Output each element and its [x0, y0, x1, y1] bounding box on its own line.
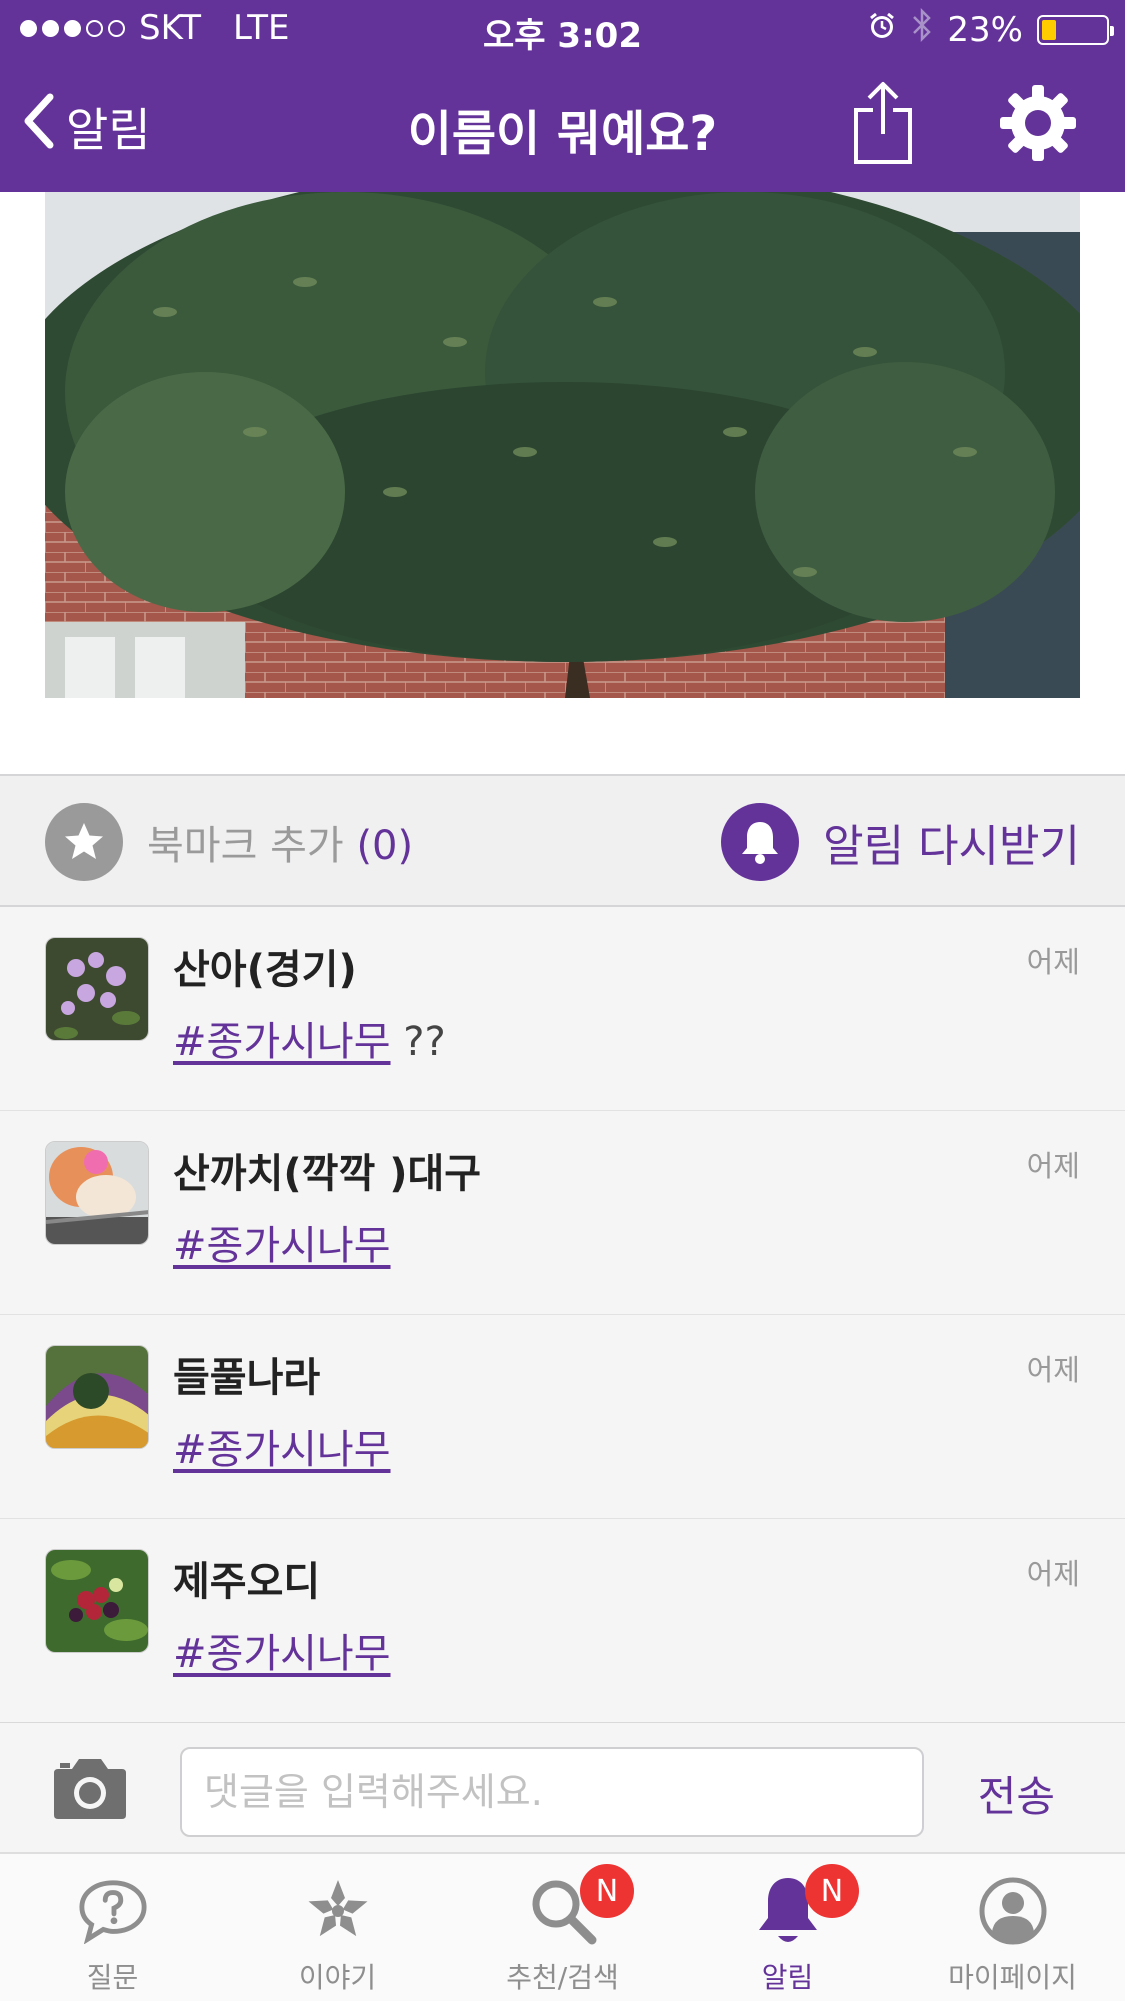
tab-mypage[interactable]: 마이페이지 — [900, 1854, 1125, 2001]
alarm-icon — [867, 10, 897, 50]
new-badge: N — [580, 1864, 634, 1918]
comment-text: ?? — [390, 1019, 446, 1065]
comment-body: #종가시나무 ?? — [173, 1009, 446, 1067]
comment-time: 어제 — [1026, 945, 1080, 979]
post-photo[interactable] — [45, 192, 1080, 698]
question-bubble-icon — [78, 1876, 148, 1946]
tab-label: 추천/검색 — [506, 1961, 619, 1994]
battery-percent: 23% — [947, 9, 1023, 50]
comment-body: #종가시나무 — [173, 1621, 391, 1679]
battery-level — [1042, 19, 1057, 40]
comment-body: #종가시나무 — [173, 1213, 391, 1271]
bell-icon — [721, 803, 800, 881]
camera-icon — [52, 1759, 128, 1825]
status-bar: SKT LTE 오후 3:02 23% — [0, 0, 1125, 58]
avatar[interactable] — [45, 1549, 149, 1653]
comment-author[interactable]: 들풀나라 — [173, 1345, 320, 1403]
hashtag-link[interactable]: #종가시나무 — [173, 1223, 391, 1269]
renotify-button[interactable]: 알림 다시받기 — [721, 803, 1080, 881]
comment-time: 어제 — [1026, 1149, 1080, 1183]
comment-item: 들풀나라 어제 #종가시나무 — [0, 1315, 1125, 1519]
share-button[interactable] — [852, 80, 914, 170]
camera-button[interactable] — [52, 1755, 128, 1825]
status-bar-right: 23% — [867, 7, 1114, 51]
avatar[interactable] — [45, 937, 149, 1041]
tab-label: 마이페이지 — [948, 1961, 1077, 1994]
gear-icon — [998, 85, 1078, 167]
hashtag-link[interactable]: #종가시나무 — [173, 1427, 391, 1473]
battery-icon — [1037, 14, 1114, 45]
comment-list: 산아(경기) 어제 #종가시나무 ?? 산까치(깍깍 )대구 어제 #종가시나무… — [0, 907, 1125, 1723]
comment-item: 산아(경기) 어제 #종가시나무 ?? — [0, 907, 1125, 1111]
comment-time: 어제 — [1026, 1557, 1080, 1591]
page-title: 이름이 뭐예요? — [407, 106, 718, 162]
send-button[interactable]: 전송 — [978, 1763, 1055, 1824]
post-image-area — [0, 192, 1125, 774]
comment-time: 어제 — [1026, 1353, 1080, 1387]
avatar[interactable] — [45, 1141, 149, 1245]
person-icon — [978, 1876, 1048, 1946]
navigation-bar: 알림 이름이 뭐예요? — [0, 58, 1125, 192]
comment-item: 산까치(깍깍 )대구 어제 #종가시나무 — [0, 1111, 1125, 1315]
hashtag-link[interactable]: #종가시나무 — [173, 1631, 391, 1677]
hashtag-link[interactable]: #종가시나무 — [173, 1019, 391, 1065]
tab-bar: 질문 이야기 N 추천/검색 N 알림 마이페이지 — [0, 1852, 1125, 2001]
tab-label: 알림 — [761, 1961, 814, 1994]
post-action-bar: 북마크 추가 (0) 알림 다시받기 — [0, 774, 1125, 907]
comment-author[interactable]: 산까치(깍깍 )대구 — [173, 1141, 481, 1199]
renotify-label: 알림 다시받기 — [823, 821, 1080, 872]
comment-author[interactable]: 산아(경기) — [173, 937, 357, 995]
share-icon — [852, 82, 914, 170]
flower-icon — [303, 1876, 373, 1946]
tab-search[interactable]: N 추천/검색 — [450, 1854, 675, 2001]
tab-label: 이야기 — [298, 1961, 377, 1994]
bookmark-button[interactable]: 북마크 추가 (0) — [45, 803, 413, 881]
comment-input-bar: 전송 — [0, 1722, 1125, 1852]
bookmark-label: 북마크 추가 (0) — [147, 813, 413, 871]
comment-body: #종가시나무 — [173, 1417, 391, 1475]
star-icon — [45, 803, 123, 881]
settings-button[interactable] — [998, 83, 1078, 167]
bookmark-count: (0) — [356, 823, 414, 869]
comment-author[interactable]: 제주오디 — [173, 1549, 320, 1607]
new-badge: N — [805, 1864, 859, 1918]
bookmark-text: 북마크 추가 — [147, 823, 344, 869]
tab-label: 질문 — [86, 1961, 139, 1994]
comment-input[interactable] — [180, 1747, 924, 1837]
comment-item: 제주오디 어제 #종가시나무 — [0, 1519, 1125, 1723]
avatar[interactable] — [45, 1345, 149, 1449]
tab-question[interactable]: 질문 — [0, 1854, 225, 2001]
tab-notifications[interactable]: N 알림 — [675, 1854, 900, 2001]
bluetooth-icon — [911, 7, 933, 51]
tab-story[interactable]: 이야기 — [225, 1854, 450, 2001]
